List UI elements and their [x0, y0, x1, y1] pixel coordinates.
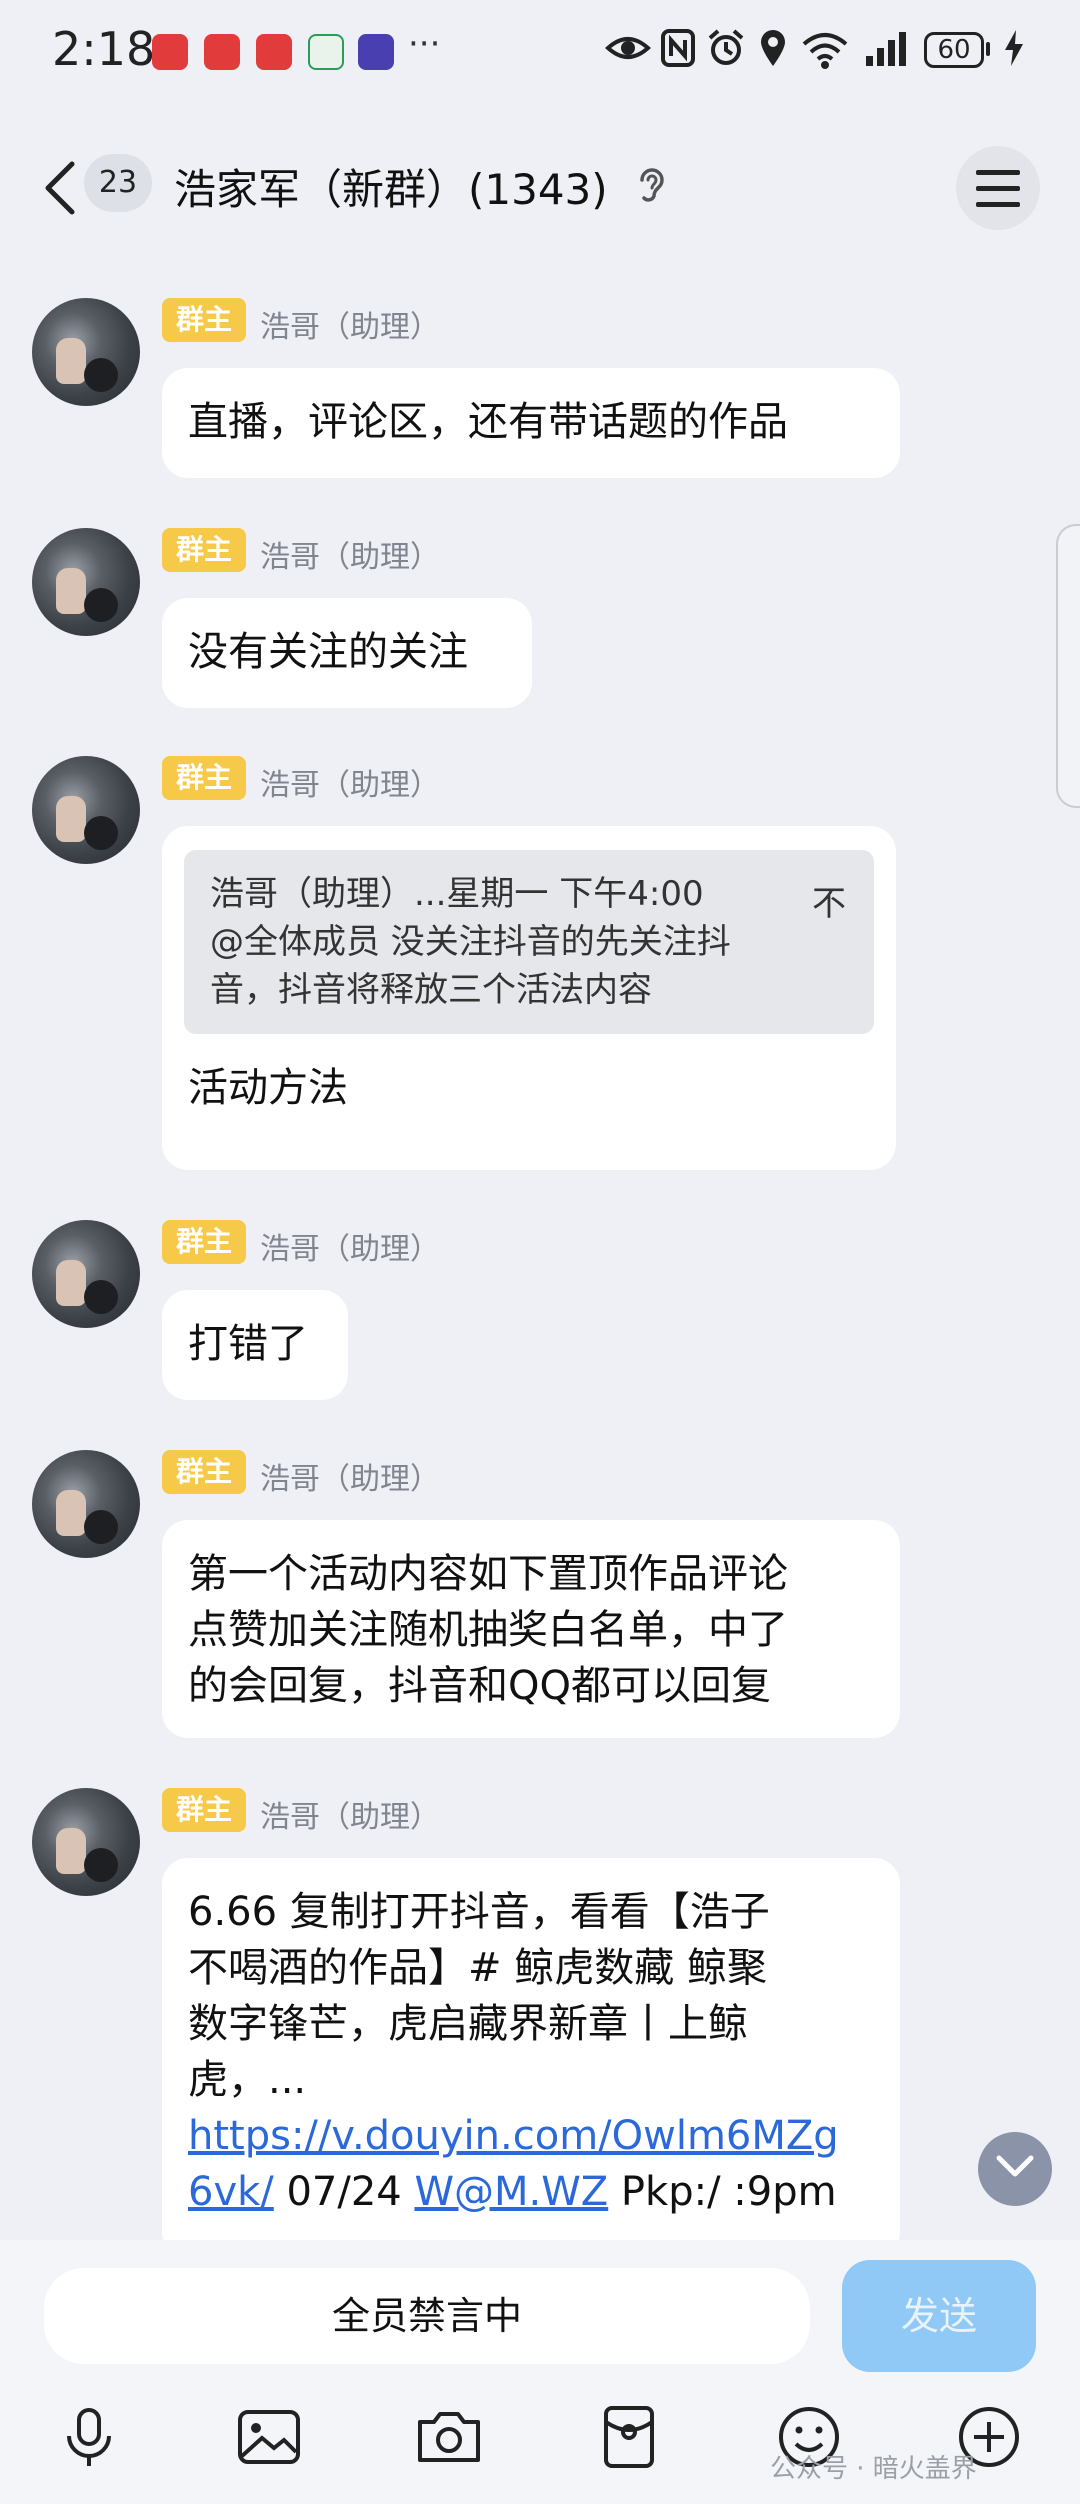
douyin-link[interactable]: 6vk/	[188, 2169, 274, 2215]
menu-button[interactable]	[956, 146, 1040, 230]
owner-badge: 群主	[162, 1220, 246, 1264]
message-item: 群主 浩哥（助理） 打错了	[0, 1220, 1080, 1410]
message-line: 数字锋芒，虎启藏界新章丨上鲸	[188, 2001, 748, 2047]
message-item: 群主 浩哥（助理） 没有关注的关注	[0, 528, 1080, 718]
chat-header: 23 浩家军（新群）(1343)	[0, 130, 1080, 240]
menu-icon	[976, 170, 1020, 175]
tie-app-notification-icon	[358, 34, 394, 70]
red-packet-icon[interactable]	[594, 2402, 664, 2472]
quoted-message[interactable]: 浩哥（助理）...星期一 下午4:00 不 @全体成员 没关注抖音的先关注抖 音…	[184, 850, 874, 1034]
avatar[interactable]	[32, 298, 140, 406]
message-line: 的会回复，抖音和QQ都可以回复	[188, 1663, 771, 1709]
avatar[interactable]	[32, 756, 140, 864]
status-time: 2:18	[52, 22, 156, 76]
chevron-down-icon	[996, 2155, 1034, 2177]
message-bubble[interactable]: 打错了	[162, 1290, 348, 1400]
sender-name: 浩哥（助理）	[260, 768, 440, 803]
sender-name: 浩哥（助理）	[260, 310, 440, 345]
huawei-notification-icon	[204, 34, 240, 70]
message-bubble[interactable]: 6.66 复制打开抖音，看看【浩子 不喝酒的作品】# 鲸虎数藏 鲸聚 数字锋芒，…	[162, 1858, 900, 2258]
status-bar: 2:18 ··· 60	[0, 0, 1080, 100]
huawei-notification-icon	[256, 34, 292, 70]
message-item: 群主 浩哥（助理） 直播，评论区，还有带话题的作品	[0, 298, 1080, 488]
avatar[interactable]	[32, 1220, 140, 1328]
owner-badge: 群主	[162, 1788, 246, 1832]
image-icon[interactable]	[234, 2402, 304, 2472]
message-item: 群主 浩哥（助理） 浩哥（助理）...星期一 下午4:00 不 @全体成员 没关…	[0, 756, 1080, 1176]
sender-name: 浩哥（助理）	[260, 540, 440, 575]
owner-badge: 群主	[162, 298, 246, 342]
sender-name: 浩哥（助理）	[260, 1800, 440, 1835]
ear-icon[interactable]	[636, 166, 666, 206]
message-line: 6.66 复制打开抖音，看看【浩子	[188, 1889, 770, 1935]
message-date: 07/24	[273, 2169, 415, 2215]
quote-line: @全体成员 没关注抖音的先关注抖	[210, 922, 731, 962]
message-bubble[interactable]: 直播，评论区，还有带话题的作品	[162, 368, 900, 478]
message-text: 活动方法	[188, 1065, 348, 1111]
watermark: 公众号 · 暗火盖界	[770, 2454, 977, 2484]
battery-indicator: 60	[924, 32, 984, 68]
message-bubble[interactable]: 没有关注的关注	[162, 598, 532, 708]
message-tail: Pkp:/ :9pm	[608, 2169, 837, 2215]
nfc-icon	[661, 29, 695, 67]
avatar[interactable]	[32, 1450, 140, 1558]
group-title: 浩家军（新群）(1343)	[174, 165, 608, 214]
signal-icon	[866, 32, 906, 66]
owner-badge: 群主	[162, 1450, 246, 1494]
code-link[interactable]: W@M.WZ	[414, 2169, 608, 2215]
message-line: 第一个活动内容如下置顶作品评论	[188, 1551, 788, 1597]
douyin-link[interactable]: https://v.douyin.com/Owlm6MZg	[188, 2113, 839, 2159]
message-line: 虎，...	[188, 2057, 307, 2103]
message-input-muted[interactable]: 全员禁言中	[44, 2268, 810, 2364]
huawei-notification-icon	[152, 34, 188, 70]
scroll-to-bottom-button[interactable]	[978, 2132, 1052, 2206]
message-line: 不喝酒的作品】# 鲸虎数藏 鲸聚	[188, 1945, 767, 1991]
wifi-icon	[802, 33, 848, 69]
sender-name: 浩哥（助理）	[260, 1232, 440, 1267]
microphone-icon[interactable]	[54, 2402, 124, 2472]
alarm-icon	[708, 29, 744, 65]
back-arrow-icon[interactable]	[38, 158, 82, 218]
battery-tip	[986, 42, 990, 56]
avatar[interactable]	[32, 1788, 140, 1896]
sender-name: 浩哥（助理）	[260, 1462, 440, 1497]
send-button[interactable]: 发送	[842, 2260, 1036, 2372]
message-bubble[interactable]: 第一个活动内容如下置顶作品评论 点赞加关注随机抽奖白名单，中了 的会回复，抖音和…	[162, 1520, 900, 1738]
unread-count-badge[interactable]: 23	[84, 154, 152, 212]
charging-icon	[1005, 30, 1023, 66]
message-bubble[interactable]: 浩哥（助理）...星期一 下午4:00 不 @全体成员 没关注抖音的先关注抖 音…	[162, 826, 896, 1170]
location-icon	[761, 30, 785, 66]
home-app-notification-icon	[308, 34, 344, 70]
message-item: 群主 浩哥（助理） 6.66 复制打开抖音，看看【浩子 不喝酒的作品】# 鲸虎数…	[0, 1788, 1080, 2258]
owner-badge: 群主	[162, 528, 246, 572]
camera-icon[interactable]	[414, 2402, 484, 2472]
avatar[interactable]	[32, 528, 140, 636]
message-item: 群主 浩哥（助理） 第一个活动内容如下置顶作品评论 点赞加关注随机抽奖白名单，中…	[0, 1450, 1080, 1740]
more-notifications-icon: ···	[408, 24, 441, 64]
owner-badge: 群主	[162, 756, 246, 800]
quote-header: 浩哥（助理）...星期一 下午4:00	[210, 874, 704, 914]
message-line: 点赞加关注随机抽奖白名单，中了	[188, 1607, 788, 1653]
quote-collapse-toggle[interactable]: 不	[812, 876, 846, 932]
eye-icon	[605, 37, 651, 59]
quote-line: 音，抖音将释放三个活法内容	[210, 970, 652, 1010]
